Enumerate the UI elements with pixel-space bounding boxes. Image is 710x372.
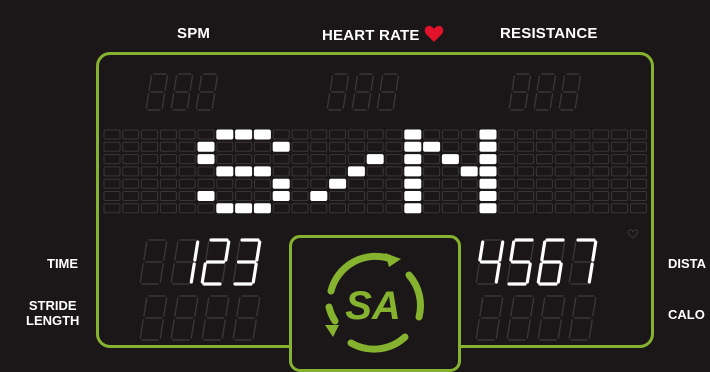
logo: SA (325, 252, 424, 353)
logo-text: SA (345, 284, 401, 328)
